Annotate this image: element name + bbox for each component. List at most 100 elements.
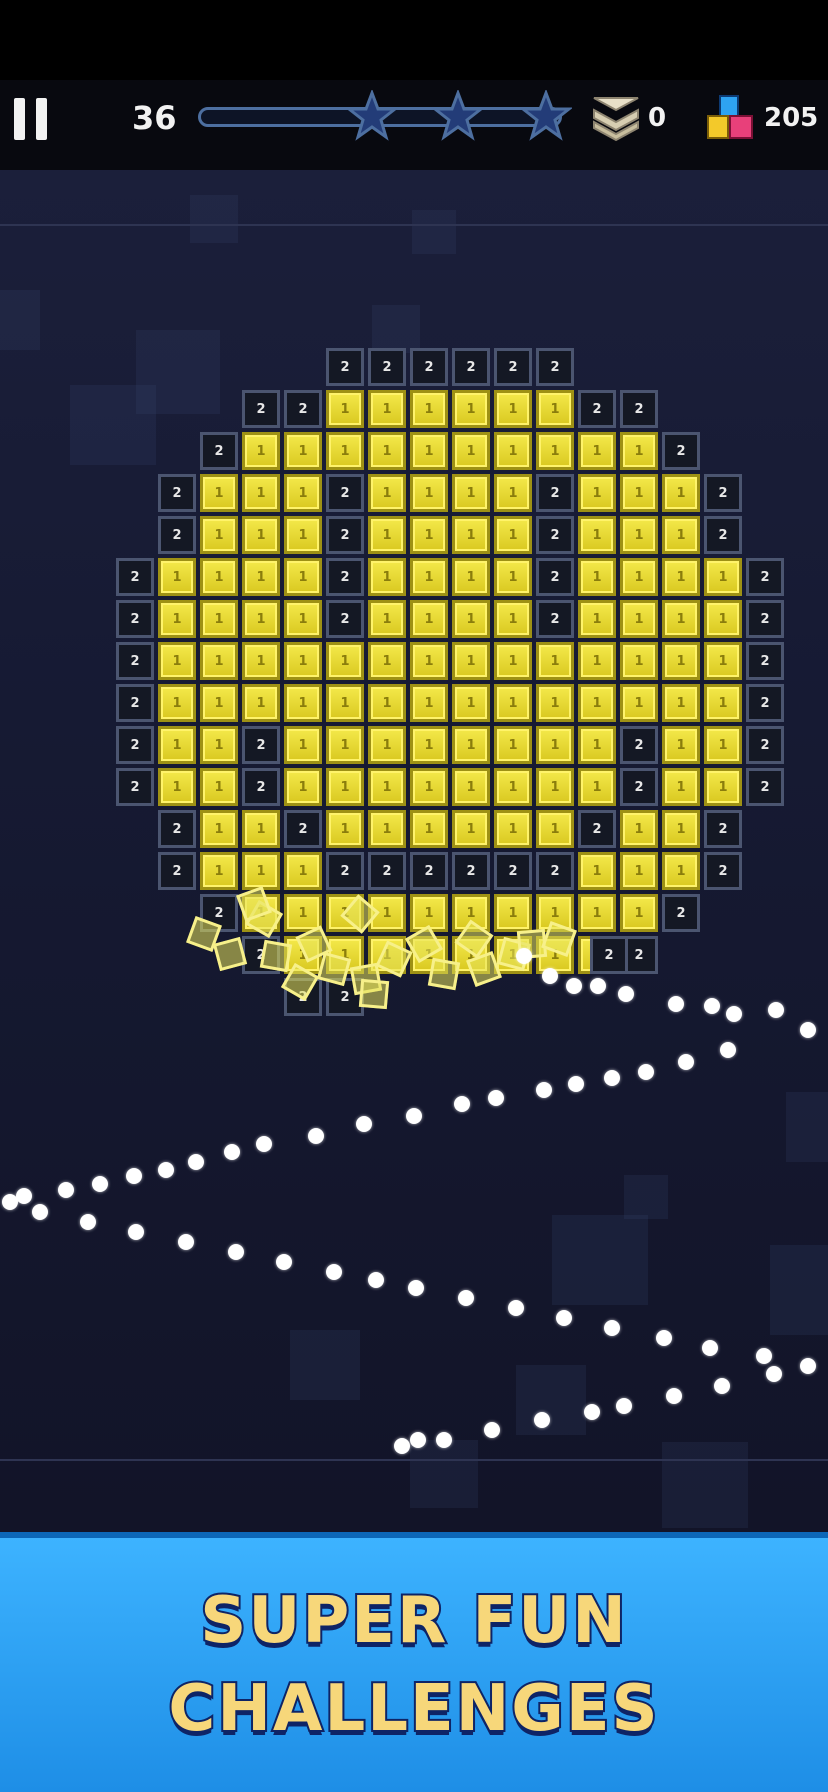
brick-dark: 2 [704, 516, 742, 554]
ball [188, 1154, 204, 1170]
brick-yellow: 1 [284, 684, 322, 722]
ball [410, 1432, 426, 1448]
brick-dark: 2 [620, 726, 658, 764]
brick-yellow: 1 [620, 894, 658, 932]
brick-dark: 2 [746, 642, 784, 680]
brick-yellow: 1 [452, 642, 490, 680]
brick-yellow: 1 [368, 726, 406, 764]
brick-yellow: 1 [452, 600, 490, 638]
banner-headline-line-1: SUPER FUN [198, 1582, 628, 1660]
brick-yellow: 1 [200, 558, 238, 596]
ball [394, 1438, 410, 1454]
brick-dark: 2 [242, 768, 280, 806]
brick-dark: 2 [116, 726, 154, 764]
brick-yellow: 1 [620, 684, 658, 722]
brick-yellow: 1 [620, 810, 658, 848]
brick-yellow: 1 [242, 600, 280, 638]
brick-yellow: 1 [620, 642, 658, 680]
brick-yellow: 1 [242, 852, 280, 890]
brick-yellow: 1 [494, 600, 532, 638]
ball [368, 1272, 384, 1288]
brick-yellow: 1 [536, 432, 574, 470]
brick-yellow: 1 [410, 432, 448, 470]
ball [2, 1194, 18, 1210]
brick-yellow: 1 [662, 768, 700, 806]
brick-dark: 2 [158, 474, 196, 512]
brick-dark: 2 [158, 852, 196, 890]
brick-yellow: 1 [284, 768, 322, 806]
ball [178, 1234, 194, 1250]
ball [666, 1388, 682, 1404]
brick-yellow: 1 [284, 474, 322, 512]
ball [406, 1108, 422, 1124]
brick-yellow: 1 [452, 390, 490, 428]
ball [800, 1358, 816, 1374]
brick-yellow: 1 [704, 642, 742, 680]
ball [326, 1264, 342, 1280]
ball [158, 1162, 174, 1178]
brick-yellow: 1 [536, 768, 574, 806]
brick-yellow: 1 [494, 516, 532, 554]
brick-dark: 2 [158, 516, 196, 554]
brick-yellow: 1 [704, 600, 742, 638]
brick-yellow: 1 [200, 474, 238, 512]
brick-yellow: 1 [494, 432, 532, 470]
brick-dark: 2 [368, 348, 406, 386]
brick-yellow: 1 [494, 726, 532, 764]
brick-yellow: 1 [200, 684, 238, 722]
ball [32, 1204, 48, 1220]
brick-yellow: 1 [452, 558, 490, 596]
ball [756, 1348, 772, 1364]
brick-yellow: 1 [200, 726, 238, 764]
brick-yellow: 1 [494, 810, 532, 848]
brick-yellow: 1 [494, 768, 532, 806]
brick-yellow: 1 [368, 600, 406, 638]
brick-yellow: 1 [662, 516, 700, 554]
brick-yellow: 1 [410, 558, 448, 596]
brick-dark: 2 [578, 390, 616, 428]
brick-dark: 2 [536, 516, 574, 554]
ball [126, 1168, 142, 1184]
brick-yellow: 1 [242, 516, 280, 554]
brick-yellow: 1 [200, 516, 238, 554]
brick-yellow: 1 [578, 516, 616, 554]
brick-dark: 2 [116, 684, 154, 722]
brick-yellow: 1 [200, 600, 238, 638]
promo-banner: SUPER FUN CHALLENGES [0, 1532, 828, 1792]
brick-yellow: 1 [200, 642, 238, 680]
brick-dark: 2 [536, 558, 574, 596]
brick-yellow: 1 [242, 684, 280, 722]
brick-yellow: 1 [242, 558, 280, 596]
brick-yellow: 1 [284, 600, 322, 638]
brick-dark: 2 [452, 852, 490, 890]
brick-yellow: 1 [494, 558, 532, 596]
brick-yellow: 1 [578, 726, 616, 764]
brick-dark: 2 [746, 768, 784, 806]
brick-yellow: 1 [410, 642, 448, 680]
brick-yellow: 1 [368, 810, 406, 848]
ball [668, 996, 684, 1012]
ball [604, 1320, 620, 1336]
brick-yellow: 1 [200, 810, 238, 848]
brick-yellow: 1 [368, 768, 406, 806]
brick-yellow: 1 [452, 810, 490, 848]
brick-yellow: 1 [284, 432, 322, 470]
brick-yellow: 1 [410, 684, 448, 722]
brick-yellow: 1 [578, 558, 616, 596]
brick-yellow: 1 [410, 600, 448, 638]
brick-yellow: 1 [326, 726, 364, 764]
brick-yellow: 1 [662, 642, 700, 680]
brick-shard [259, 939, 293, 973]
brick-yellow: 1 [368, 432, 406, 470]
ball [618, 986, 634, 1002]
brick-yellow: 1 [578, 600, 616, 638]
brick-dark: 2 [326, 348, 364, 386]
brick-dark: 2 [620, 768, 658, 806]
brick-yellow: 1 [368, 642, 406, 680]
ball [224, 1144, 240, 1160]
brick-yellow: 1 [494, 684, 532, 722]
brick-dark: 2 [746, 600, 784, 638]
brick-yellow: 1 [368, 558, 406, 596]
brick-yellow: 1 [326, 684, 364, 722]
brick-dark: 2 [746, 684, 784, 722]
